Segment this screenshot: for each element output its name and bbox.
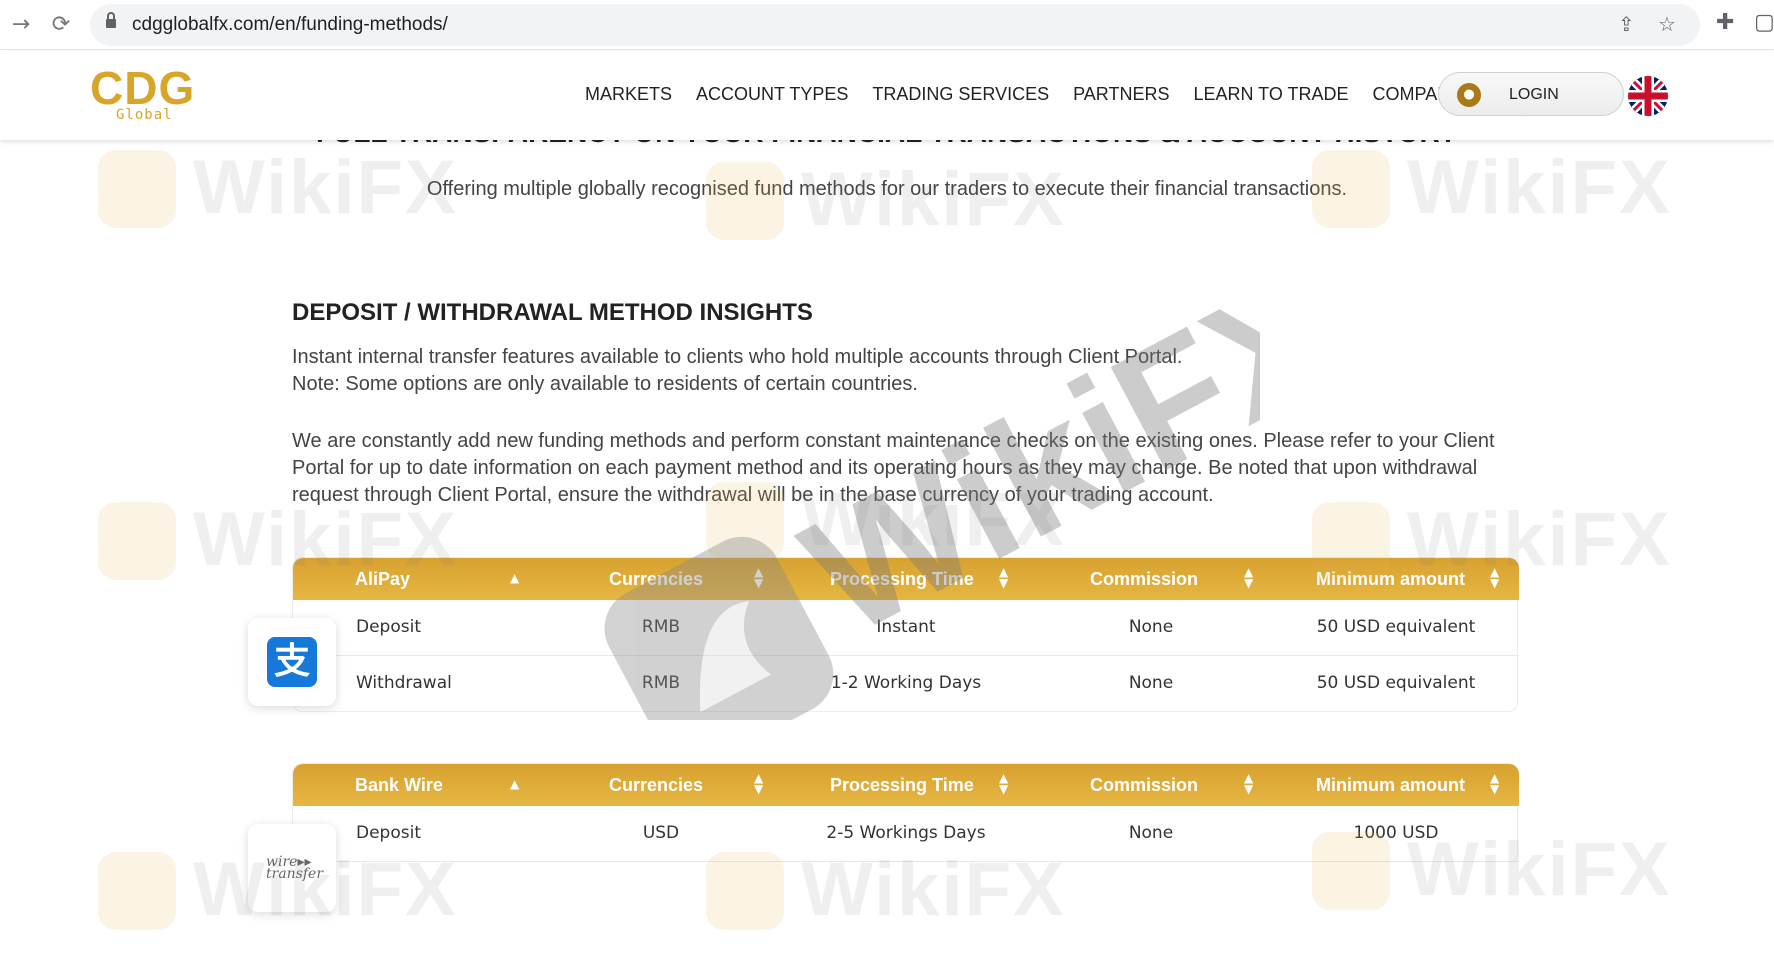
page-subtitle: Offering multiple globally recognised fu… — [426, 178, 1348, 200]
nav-partners[interactable]: PARTNERS — [1073, 84, 1169, 105]
sort-icon[interactable]: ▲ ▼ — [1490, 772, 1499, 795]
cell-type: Deposit — [356, 823, 421, 843]
cell-commission: None — [1128, 617, 1174, 637]
info-paragraph: Instant internal transfer features avail… — [292, 346, 1183, 368]
cell-type: Deposit — [356, 617, 421, 637]
logo-main-text: CDG — [90, 62, 196, 114]
wire-transfer-icon: wire▸▸ transfer — [248, 824, 336, 912]
site-header: CDG Global MARKETS ACCOUNT TYPES TRADING… — [0, 51, 1774, 140]
cell-minimum-amount: 1000 USD — [1353, 823, 1439, 843]
share-icon[interactable]: ⇪ — [1618, 12, 1635, 36]
sort-asc-icon[interactable]: ▲ — [510, 572, 519, 584]
cdg-logo[interactable]: CDG Global — [90, 62, 210, 123]
column-header-currencies[interactable]: Currencies — [609, 775, 703, 796]
sort-asc-icon[interactable]: ▲ — [510, 778, 519, 790]
cell-minimum-amount: 50 USD equivalent — [1316, 673, 1476, 693]
sort-icon[interactable]: ▲ ▼ — [1244, 566, 1253, 589]
window-icon[interactable]: ▢ — [1754, 10, 1774, 35]
star-icon[interactable]: ☆ — [1658, 12, 1676, 36]
logo-sub-text: Global — [116, 107, 173, 123]
url-text[interactable]: cdgglobalfx.com/en/funding-methods/ — [132, 14, 448, 36]
cell-processing-time: 1-2 Working Days — [830, 673, 982, 693]
cell-currency: USD — [642, 823, 680, 843]
puzzle-icon[interactable]: ✚ — [1716, 10, 1734, 35]
cell-currency: RMB — [641, 673, 681, 693]
note-paragraph: Note: Some options are only available to… — [292, 373, 918, 395]
nav-account-types[interactable]: ACCOUNT TYPES — [696, 84, 848, 105]
column-header-commission[interactable]: Commission — [1090, 775, 1198, 796]
section-title: DEPOSIT / WITHDRAWAL METHOD INSIGHTS — [292, 299, 813, 326]
table-row: Deposit USD 2-5 Workings Days None 1000 … — [293, 806, 1519, 862]
cell-processing-time: 2-5 Workings Days — [826, 823, 986, 843]
alipay-icon: 支 — [248, 618, 336, 706]
column-header-method[interactable]: AliPay — [355, 569, 410, 590]
column-header-processing-time[interactable]: Processing Time — [830, 569, 974, 590]
column-header-commission[interactable]: Commission — [1090, 569, 1198, 590]
bank-wire-table: Bank Wire ▲ Currencies ▲ ▼ Processing Tim… — [292, 763, 1519, 863]
reload-icon[interactable]: ⟳ — [46, 10, 76, 40]
login-label: LOGIN — [1509, 86, 1559, 103]
uk-flag-icon[interactable] — [1628, 76, 1668, 116]
sort-icon[interactable]: ▲ ▼ — [1244, 772, 1253, 795]
nav-markets[interactable]: MARKETS — [585, 84, 672, 105]
cell-processing-time: Instant — [876, 617, 936, 637]
alipay-table: AliPay ▲ Currencies ▲ ▼ Processing Time ▲… — [292, 557, 1519, 712]
cell-type: Withdrawal — [356, 673, 452, 693]
column-header-minimum-amount[interactable]: Minimum amount — [1316, 569, 1465, 590]
cell-commission: None — [1128, 823, 1174, 843]
nav-learn-to-trade[interactable]: LEARN TO TRADE — [1193, 84, 1348, 105]
column-header-processing-time[interactable]: Processing Time — [830, 775, 974, 796]
sort-icon[interactable]: ▲ ▼ — [999, 772, 1008, 795]
maintenance-paragraph: We are constantly add new funding method… — [292, 430, 1495, 506]
sort-icon[interactable]: ▲ ▼ — [754, 566, 763, 589]
address-bar[interactable]: cdgglobalfx.com/en/funding-methods/ ⇪ ☆ — [90, 4, 1700, 46]
column-header-method[interactable]: Bank Wire — [355, 775, 443, 796]
sort-icon[interactable]: ▲ ▼ — [999, 566, 1008, 589]
sort-icon[interactable]: ▲ ▼ — [1490, 566, 1499, 589]
main-nav: MARKETS ACCOUNT TYPES TRADING SERVICES P… — [585, 84, 1462, 105]
forward-arrow-icon[interactable]: → — [6, 10, 36, 40]
cell-commission: None — [1128, 673, 1174, 693]
column-header-currencies[interactable]: Currencies — [609, 569, 703, 590]
column-header-minimum-amount[interactable]: Minimum amount — [1316, 775, 1465, 796]
cell-minimum-amount: 50 USD equivalent — [1316, 617, 1476, 637]
cell-currency: RMB — [641, 617, 681, 637]
lock-icon — [106, 12, 116, 29]
login-button[interactable]: ● LOGIN — [1438, 72, 1624, 116]
browser-toolbar: → ⟳ cdgglobalfx.com/en/funding-methods/ … — [0, 0, 1774, 50]
user-icon: ● — [1457, 83, 1481, 107]
nav-trading-services[interactable]: TRADING SERVICES — [872, 84, 1049, 105]
sort-icon[interactable]: ▲ ▼ — [754, 772, 763, 795]
transfer-icon-text: transfer — [266, 866, 324, 882]
table-header: Bank Wire ▲ Currencies ▲ ▼ Processing Tim… — [293, 764, 1519, 806]
table-row: Withdrawal RMB 1-2 Working Days None 50 … — [293, 656, 1519, 712]
table-row: Deposit RMB Instant None 50 USD equivale… — [293, 600, 1519, 656]
table-header: AliPay ▲ Currencies ▲ ▼ Processing Time ▲… — [293, 558, 1519, 600]
